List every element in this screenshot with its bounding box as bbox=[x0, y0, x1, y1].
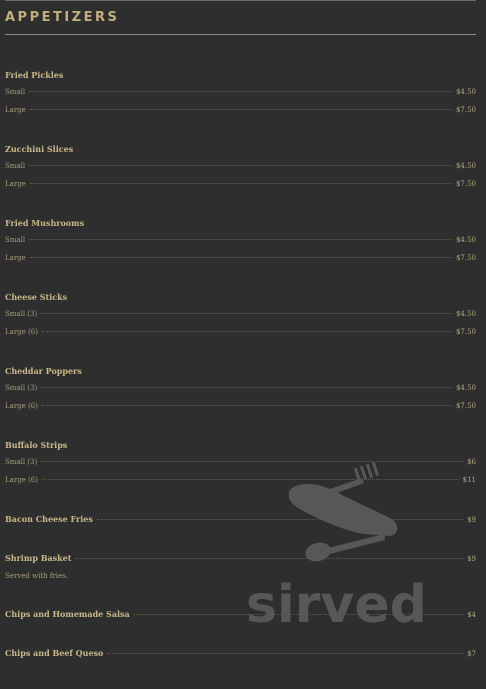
price-row: Large (6) $7.50 bbox=[5, 328, 476, 338]
menu-item-row: Chips and Homemade Salsa $4 bbox=[5, 609, 476, 619]
menu-item-name: Cheese Sticks bbox=[5, 292, 68, 302]
dot-leader bbox=[41, 405, 452, 406]
menu-item-name: Bacon Cheese Fries bbox=[5, 514, 93, 524]
sirved-watermark: sirved bbox=[246, 462, 427, 632]
price: $4.50 bbox=[455, 384, 476, 392]
price: $7.50 bbox=[455, 180, 476, 188]
price: $7.50 bbox=[455, 254, 476, 262]
price-row: Large $7.50 bbox=[5, 180, 476, 190]
price: $9 bbox=[467, 516, 476, 524]
menu-item-name: Chips and Homemade Salsa bbox=[5, 609, 130, 619]
menu-item-name: Chips and Beef Queso bbox=[5, 648, 104, 658]
sirved-logo-text: sirved bbox=[246, 575, 427, 632]
menu-item-description: Served with fries. bbox=[5, 572, 68, 580]
dot-leader bbox=[29, 257, 452, 258]
menu-item-name: Fried Pickles bbox=[5, 70, 64, 80]
price: $4.50 bbox=[455, 88, 476, 96]
menu-item-name: Buffalo Strips bbox=[5, 440, 68, 450]
dot-leader bbox=[41, 479, 459, 480]
dot-leader bbox=[29, 91, 452, 92]
size-label: Small (3) bbox=[5, 384, 38, 392]
size-label: Large bbox=[5, 254, 26, 262]
size-label: Large bbox=[5, 180, 26, 188]
price: $4.50 bbox=[455, 162, 476, 170]
price-row: Small $4.50 bbox=[5, 162, 476, 172]
price: $11 bbox=[462, 476, 476, 484]
price-row: Small $4.50 bbox=[5, 236, 476, 246]
price: $7 bbox=[467, 650, 476, 658]
price: $9 bbox=[467, 555, 476, 563]
price: $7.50 bbox=[455, 328, 476, 336]
size-label: Large bbox=[5, 106, 26, 114]
size-label: Small bbox=[5, 162, 26, 170]
dot-leader bbox=[41, 313, 452, 314]
price: $7.50 bbox=[455, 106, 476, 114]
price: $4.50 bbox=[455, 236, 476, 244]
size-label: Large (6) bbox=[5, 328, 38, 336]
price-row: Large $7.50 bbox=[5, 254, 476, 264]
price-row: Small (3) $6 bbox=[5, 458, 476, 468]
dot-leader bbox=[133, 614, 464, 615]
menu-item-name: Zucchini Slices bbox=[5, 144, 74, 154]
size-label: Small bbox=[5, 88, 26, 96]
size-label: Small (3) bbox=[5, 310, 38, 318]
size-label: Large (6) bbox=[5, 476, 38, 484]
size-label: Small (3) bbox=[5, 458, 38, 466]
dot-leader bbox=[29, 183, 452, 184]
menu-item-name: Fried Mushrooms bbox=[5, 218, 85, 228]
menu-item-name: Cheddar Poppers bbox=[5, 366, 82, 376]
price-row: Small (3) $4.50 bbox=[5, 310, 476, 320]
size-label: Large (6) bbox=[5, 402, 38, 410]
menu-item-row: Shrimp Basket $9 bbox=[5, 553, 476, 563]
menu-item-row: Chips and Beef Queso $7 bbox=[5, 648, 476, 658]
price: $4 bbox=[467, 611, 476, 619]
price: $4.50 bbox=[455, 310, 476, 318]
dot-leader bbox=[107, 653, 464, 654]
section-divider bbox=[5, 34, 476, 35]
dot-leader bbox=[41, 387, 452, 388]
price-row: Small (3) $4.50 bbox=[5, 384, 476, 394]
price-row: Large $7.50 bbox=[5, 106, 476, 116]
dot-leader bbox=[96, 519, 464, 520]
dot-leader bbox=[29, 109, 452, 110]
price: $7.50 bbox=[455, 402, 476, 410]
price-row: Small $4.50 bbox=[5, 88, 476, 98]
dot-leader bbox=[29, 239, 452, 240]
dot-leader bbox=[41, 331, 452, 332]
size-label: Small bbox=[5, 236, 26, 244]
price-row: Large (6) $7.50 bbox=[5, 402, 476, 412]
menu-item-row: Bacon Cheese Fries $9 bbox=[5, 514, 476, 524]
dot-leader bbox=[75, 558, 464, 559]
menu-item-name: Shrimp Basket bbox=[5, 553, 72, 563]
price-row: Large (6) $11 bbox=[5, 476, 476, 486]
top-border bbox=[5, 0, 476, 1]
section-title: APPETIZERS bbox=[5, 10, 120, 25]
dot-leader bbox=[41, 461, 464, 462]
price: $6 bbox=[467, 458, 476, 466]
dot-leader bbox=[29, 165, 452, 166]
